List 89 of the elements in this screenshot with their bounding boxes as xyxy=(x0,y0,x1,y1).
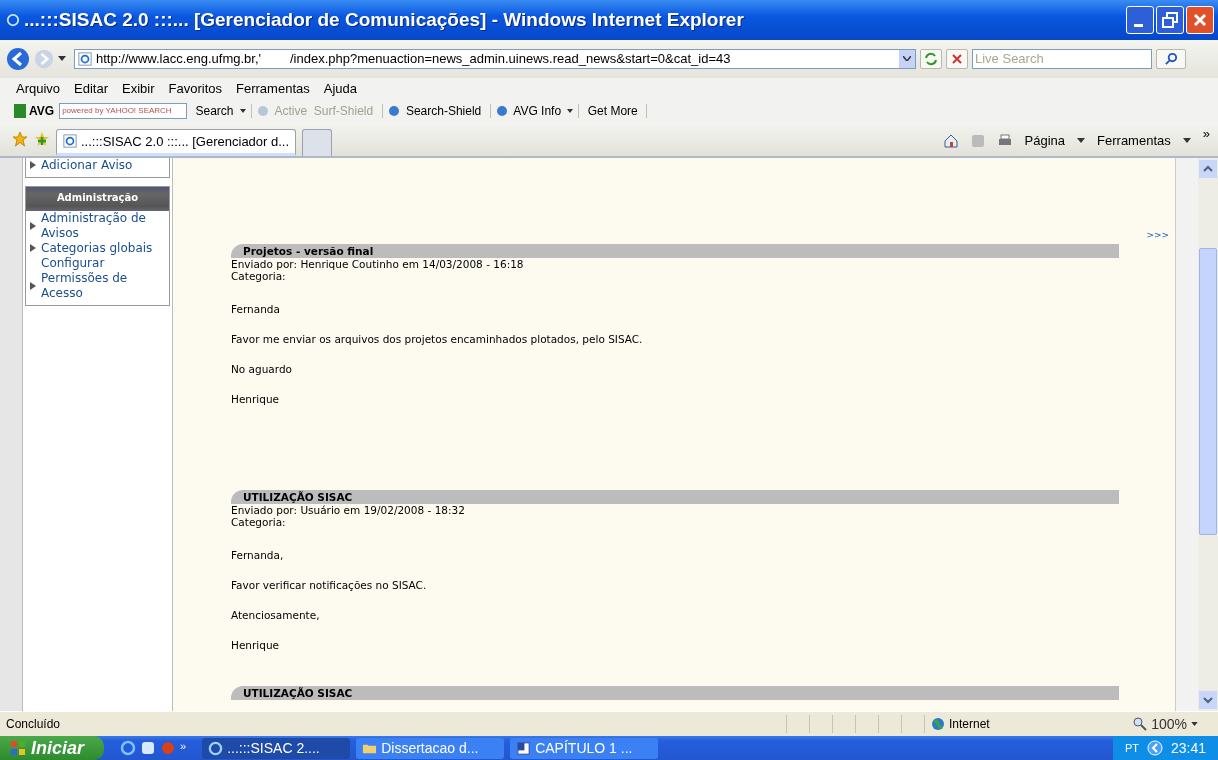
document-icon xyxy=(516,740,532,756)
chevron-icon xyxy=(903,56,911,62)
clock: 23:41 xyxy=(1170,740,1206,756)
toolbar-button[interactable]: Search-Shield xyxy=(387,103,485,118)
post-paragraph: Atenciosamente, xyxy=(231,608,321,622)
toolbar-button[interactable]: Search xyxy=(192,103,246,118)
taskbar-button[interactable]: Dissertacao d... xyxy=(356,737,505,759)
post-title: Projetos - versão final xyxy=(231,243,1119,258)
browser-icon xyxy=(6,12,20,27)
globe-icon xyxy=(256,104,269,117)
tools-menu[interactable]: Ferramentas xyxy=(1097,133,1171,149)
add-favorite-icon[interactable] xyxy=(34,130,50,147)
post-paragraph: Favor me enviar os arquivos dos projetos encaminhados plotados, pelo SISAC. xyxy=(231,332,644,346)
section-header: Administração xyxy=(26,186,169,211)
scroll-up-button[interactable] xyxy=(1199,159,1217,178)
post-meta: Enviado por: Henrique Coutinho em 14/03/2008 - 16:18 xyxy=(231,257,525,270)
post-paragraph: Henrique xyxy=(231,392,281,406)
menu-item[interactable]: Ajuda xyxy=(323,81,357,97)
post-paragraph: Fernanda, xyxy=(231,548,285,562)
windows-flag-icon xyxy=(10,740,26,756)
post-paragraph: Henrique xyxy=(231,638,281,652)
scrollbar[interactable] xyxy=(1198,157,1218,712)
taskbar-button[interactable]: ...:::SISAC 2.... xyxy=(202,737,351,759)
close-button[interactable] xyxy=(1186,5,1214,34)
security-zone: Internet xyxy=(924,715,1101,734)
start-button[interactable]: Iniciar xyxy=(0,736,105,760)
globe-icon xyxy=(387,104,400,117)
menu-item[interactable]: Favoritos xyxy=(168,81,223,97)
post-category: Categoria: xyxy=(231,515,286,528)
caret-icon xyxy=(239,108,246,113)
dropdown-button[interactable] xyxy=(899,49,915,68)
close-icon xyxy=(950,51,964,66)
app-icon[interactable] xyxy=(140,740,157,756)
caret-icon xyxy=(567,108,574,113)
post-paragraph: Favor verificar notificações no SISAC. xyxy=(231,578,428,592)
search-field[interactable]: powered by YAHOO! SEARCH xyxy=(59,102,188,119)
caret-icon[interactable] xyxy=(1182,138,1191,144)
more-button[interactable]: » xyxy=(1202,125,1210,141)
post-paragraph: No aguardo xyxy=(231,362,294,376)
page-icon xyxy=(78,51,92,66)
restore-icon xyxy=(1160,9,1180,30)
menu-item[interactable]: Exibir xyxy=(122,81,155,97)
sidebar-link[interactable]: Configurar xyxy=(26,255,169,271)
restore-button[interactable] xyxy=(1156,5,1184,34)
window-title: ...:::SISAC 2.0 :::... [Gerenciador de Comunicações] - Windows Internet Explorer xyxy=(24,8,745,31)
favorites-star-icon[interactable] xyxy=(12,130,28,147)
sidebar-link[interactable]: Categorias globais xyxy=(26,240,169,256)
minimize-icon xyxy=(1133,24,1143,28)
more-button[interactable]: » xyxy=(180,740,187,752)
globe-icon xyxy=(495,104,508,117)
post-meta: Enviado por: Usuário em 19/02/2008 - 18:32 xyxy=(231,503,466,516)
menu-item[interactable]: Editar xyxy=(74,81,109,97)
zoom-icon xyxy=(1133,717,1148,732)
post-category: Categoria: xyxy=(231,269,286,282)
caret-icon[interactable] xyxy=(1077,138,1086,144)
scroll-down-button[interactable] xyxy=(1199,691,1217,710)
page-icon xyxy=(63,134,77,149)
refresh-button[interactable] xyxy=(920,48,942,69)
post-title: UTILIZAÇÃO SISAC xyxy=(231,489,1119,504)
sidebar-link[interactable]: Administração de Avisos xyxy=(26,210,169,241)
globe-icon xyxy=(931,717,945,732)
menu-item[interactable]: Ferramentas xyxy=(236,81,310,97)
url-text: http://www.lacc.eng.ufmg.br,' /index.php?menuaction=news_admin.uinews.read_news&start=0&cat_id=43 xyxy=(96,51,732,67)
post-title: UTILIZAÇÃO SISAC xyxy=(231,685,1119,700)
caret-icon[interactable] xyxy=(58,56,66,62)
minimize-button[interactable] xyxy=(1126,5,1154,34)
expand-tray-icon[interactable] xyxy=(1146,740,1163,756)
status-text: Concluído xyxy=(6,717,62,732)
menu-item[interactable]: Arquivo xyxy=(16,81,61,97)
taskbar-button[interactable]: CAPÍTULO 1 ... xyxy=(510,737,659,759)
search-icon xyxy=(1164,52,1178,66)
browser-tab[interactable]: ...:::SISAC 2.0 :::... [Gerenciador d... xyxy=(56,128,297,156)
toolbar-button[interactable]: Get More xyxy=(584,103,642,118)
zoom-control[interactable]: 100% xyxy=(1133,716,1198,733)
page-menu[interactable]: Página xyxy=(1024,133,1066,149)
caret-icon xyxy=(1191,722,1198,727)
next-page-link[interactable]: >>> xyxy=(1146,229,1169,244)
post-paragraph: Fernanda xyxy=(231,302,281,316)
sidebar-link[interactable]: Permissões de Acesso xyxy=(26,270,169,301)
toolbar-button[interactable]: AVG Info xyxy=(495,103,574,118)
home-icon[interactable] xyxy=(942,132,959,149)
search-field[interactable]: Live Search xyxy=(972,48,1152,69)
back-button[interactable] xyxy=(6,46,30,71)
address-field[interactable]: http://www.lacc.eng.ufmg.br,' /index.php?menuaction=news_admin.uinews.read_news&start=0&cat_id=43 xyxy=(74,48,916,69)
stop-button[interactable] xyxy=(946,48,968,69)
search-button[interactable] xyxy=(1156,48,1186,69)
browser-icon[interactable] xyxy=(120,740,137,756)
refresh-icon xyxy=(924,51,938,66)
browser-icon xyxy=(208,740,224,756)
